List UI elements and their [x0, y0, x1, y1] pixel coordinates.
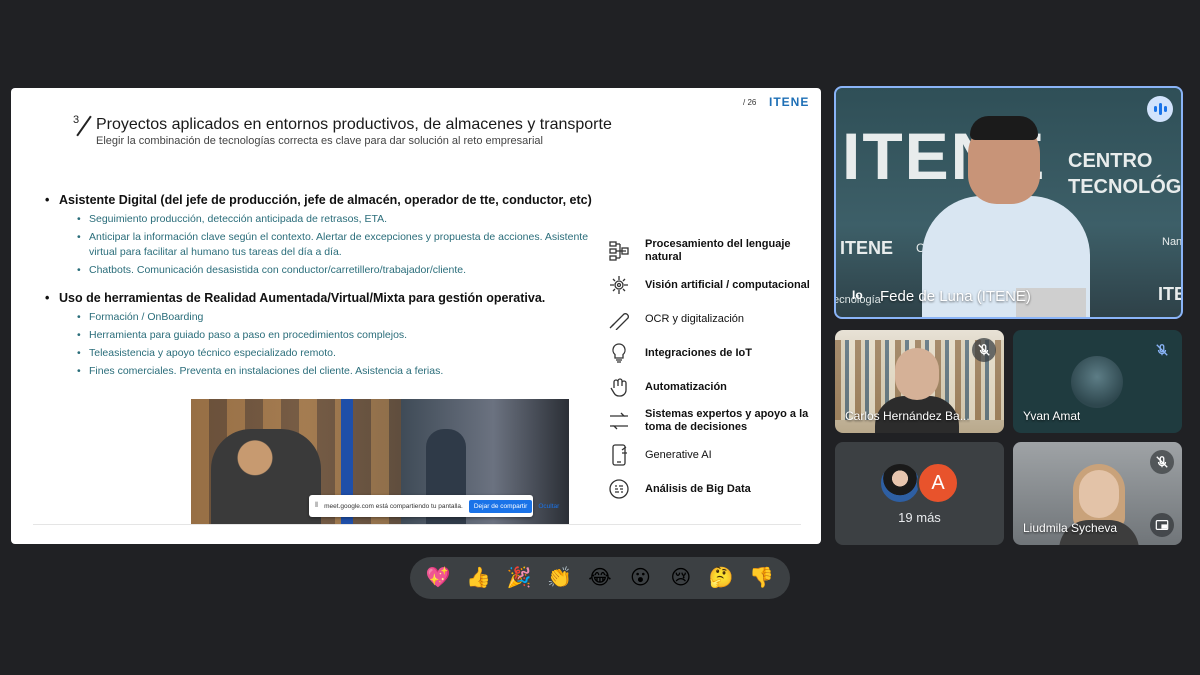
tech-label: Procesamiento del lenguaje natural — [645, 238, 791, 263]
computer-vision-icon — [607, 273, 631, 297]
hide-share-notice-button[interactable]: Ocultar — [538, 503, 559, 510]
bullet-augmented-reality: Uso de herramientas de Realidad Aumentad… — [45, 290, 605, 306]
tech-item: OCR y digitalización — [607, 302, 817, 336]
share-handle-icon[interactable]: ⦀ — [315, 502, 318, 510]
tech-item: Automatización — [607, 370, 817, 404]
expert-systems-icon — [607, 409, 631, 433]
list-item: Fines comerciales. Preventa en instalaci… — [45, 364, 605, 379]
list-item: Formación / OnBoarding — [45, 310, 605, 325]
slide-bullets: Asistente Digital (del jefe de producció… — [45, 192, 605, 391]
speaker-hair — [970, 116, 1038, 140]
thinking-reaction[interactable]: 🤔 — [704, 561, 738, 595]
screen-share-notice: ⦀ meet.google.com está compartiendo tu p… — [309, 495, 559, 517]
surprised-reaction[interactable]: 😮 — [623, 561, 657, 595]
slide-footer-divider — [33, 524, 801, 525]
more-avatars: A — [879, 462, 963, 504]
participant-tile-carlos[interactable]: Carlos Hernández Ba... — [835, 330, 1004, 433]
more-participants-tile[interactable]: A 19 más — [835, 442, 1004, 545]
mic-off-icon — [1150, 450, 1174, 474]
list-item: Teleasistencia y apoyo técnico especiali… — [45, 346, 605, 361]
mic-off-icon — [1150, 338, 1174, 362]
big-data-icon — [607, 477, 631, 501]
speaker-background-centro: CENTRO TECNOLÓGI — [1068, 150, 1183, 198]
speaking-indicator-icon — [1147, 96, 1173, 122]
speaker-background-text: ITENE — [840, 238, 894, 258]
thumbs-down-reaction[interactable]: 👎 — [745, 561, 779, 595]
participant-tile-liudmila[interactable]: Liudmila Sycheva — [1013, 442, 1182, 545]
laugh-reaction[interactable]: 😂 — [583, 561, 617, 595]
meet-window: 3 Proyectos aplicados en entornos produc… — [0, 0, 1200, 675]
language-processing-icon — [607, 239, 631, 263]
tech-item: Sistemas expertos y apoyo a la toma de d… — [607, 404, 817, 438]
reactions-bar: 💖 👍 🎉 👏 😂 😮 😢 🤔 👎 — [410, 557, 790, 599]
tech-item: Análisis de Big Data — [607, 472, 817, 506]
automation-icon — [607, 375, 631, 399]
speaker-background-text: Nano — [1162, 236, 1183, 248]
participant-tile-yvan[interactable]: Yvan Amat — [1013, 330, 1182, 433]
participant-name: Liudmila Sycheva — [1023, 521, 1118, 535]
tech-label: Automatización — [645, 380, 727, 393]
avatar — [1071, 356, 1123, 408]
mic-off-icon — [972, 338, 996, 362]
bullet-augmented-reality-items: Formación / OnBoarding Herramienta para … — [45, 310, 605, 379]
technologies-list: Procesamiento del lenguaje natural Visió… — [607, 234, 817, 506]
itene-logo: ITENE — [769, 95, 810, 109]
bullet-digital-assistant-items: Seguimiento producción, detección antici… — [45, 212, 605, 278]
slide-title: Proyectos aplicados en entornos producti… — [96, 116, 612, 133]
tech-item: Procesamiento del lenguaje natural — [607, 234, 817, 268]
ar-warehouse-photo: ⦀ meet.google.com está compartiendo tu p… — [191, 399, 569, 525]
avatar: A — [917, 462, 959, 504]
slide-section-number: 3 — [73, 114, 80, 126]
list-item: Herramienta para guiado paso a paso en p… — [45, 328, 605, 343]
speaker-logo: Io — [852, 288, 863, 302]
clap-reaction[interactable]: 👏 — [543, 561, 577, 595]
more-participants-label: 19 más — [898, 510, 941, 525]
tech-label: Visión artificial / computacional — [645, 278, 810, 291]
party-reaction[interactable]: 🎉 — [502, 561, 536, 595]
speaker-background-text: ITE — [1158, 284, 1181, 304]
tech-label: OCR y digitalización — [645, 312, 745, 325]
tech-item: Visión artificial / computacional — [607, 268, 817, 302]
list-item: Chatbots. Comunicación desasistida con c… — [45, 263, 605, 278]
slide-page-indicator: / 26 — [743, 98, 757, 107]
sad-reaction[interactable]: 😢 — [664, 561, 698, 595]
ocr-icon — [607, 307, 631, 331]
avatar — [879, 462, 921, 504]
tech-item: Integraciones de IoT — [607, 336, 817, 370]
participant-name: Yvan Amat — [1023, 409, 1081, 423]
stop-sharing-button[interactable]: Dejar de compartir — [468, 499, 533, 513]
bullet-digital-assistant: Asistente Digital (del jefe de producció… — [45, 192, 605, 208]
thumbs-up-reaction[interactable]: 👍 — [462, 561, 496, 595]
tech-label: Sistemas expertos y apoyo a la toma de d… — [645, 408, 809, 433]
tech-item: Generative AI — [607, 438, 817, 472]
generative-ai-icon — [607, 443, 631, 467]
tech-label: Generative AI — [645, 448, 712, 461]
list-item: Anticipar la información clave según el … — [45, 230, 605, 260]
tech-label: Análisis de Big Data — [645, 482, 751, 495]
slide-subtitle: Elegir la combinación de tecnologías cor… — [96, 135, 543, 147]
participant-name: Carlos Hernández Ba... — [845, 409, 970, 423]
iot-icon — [607, 341, 631, 365]
share-notice-text: meet.google.com está compartiendo tu pan… — [324, 502, 463, 510]
presentation-slide: 3 Proyectos aplicados en entornos produc… — [11, 88, 821, 544]
speaker-name: Fede de Luna (ITENE) — [880, 288, 1031, 305]
heart-reaction[interactable]: 💖 — [421, 561, 455, 595]
list-item: Seguimiento producción, detección antici… — [45, 212, 605, 227]
speaker-tile[interactable]: ITENE CENTROTECNOLÓGI ITENE Co Nano ITE … — [834, 86, 1183, 319]
tech-label: Integraciones de IoT — [645, 346, 752, 359]
picture-in-picture-icon[interactable] — [1150, 513, 1174, 537]
